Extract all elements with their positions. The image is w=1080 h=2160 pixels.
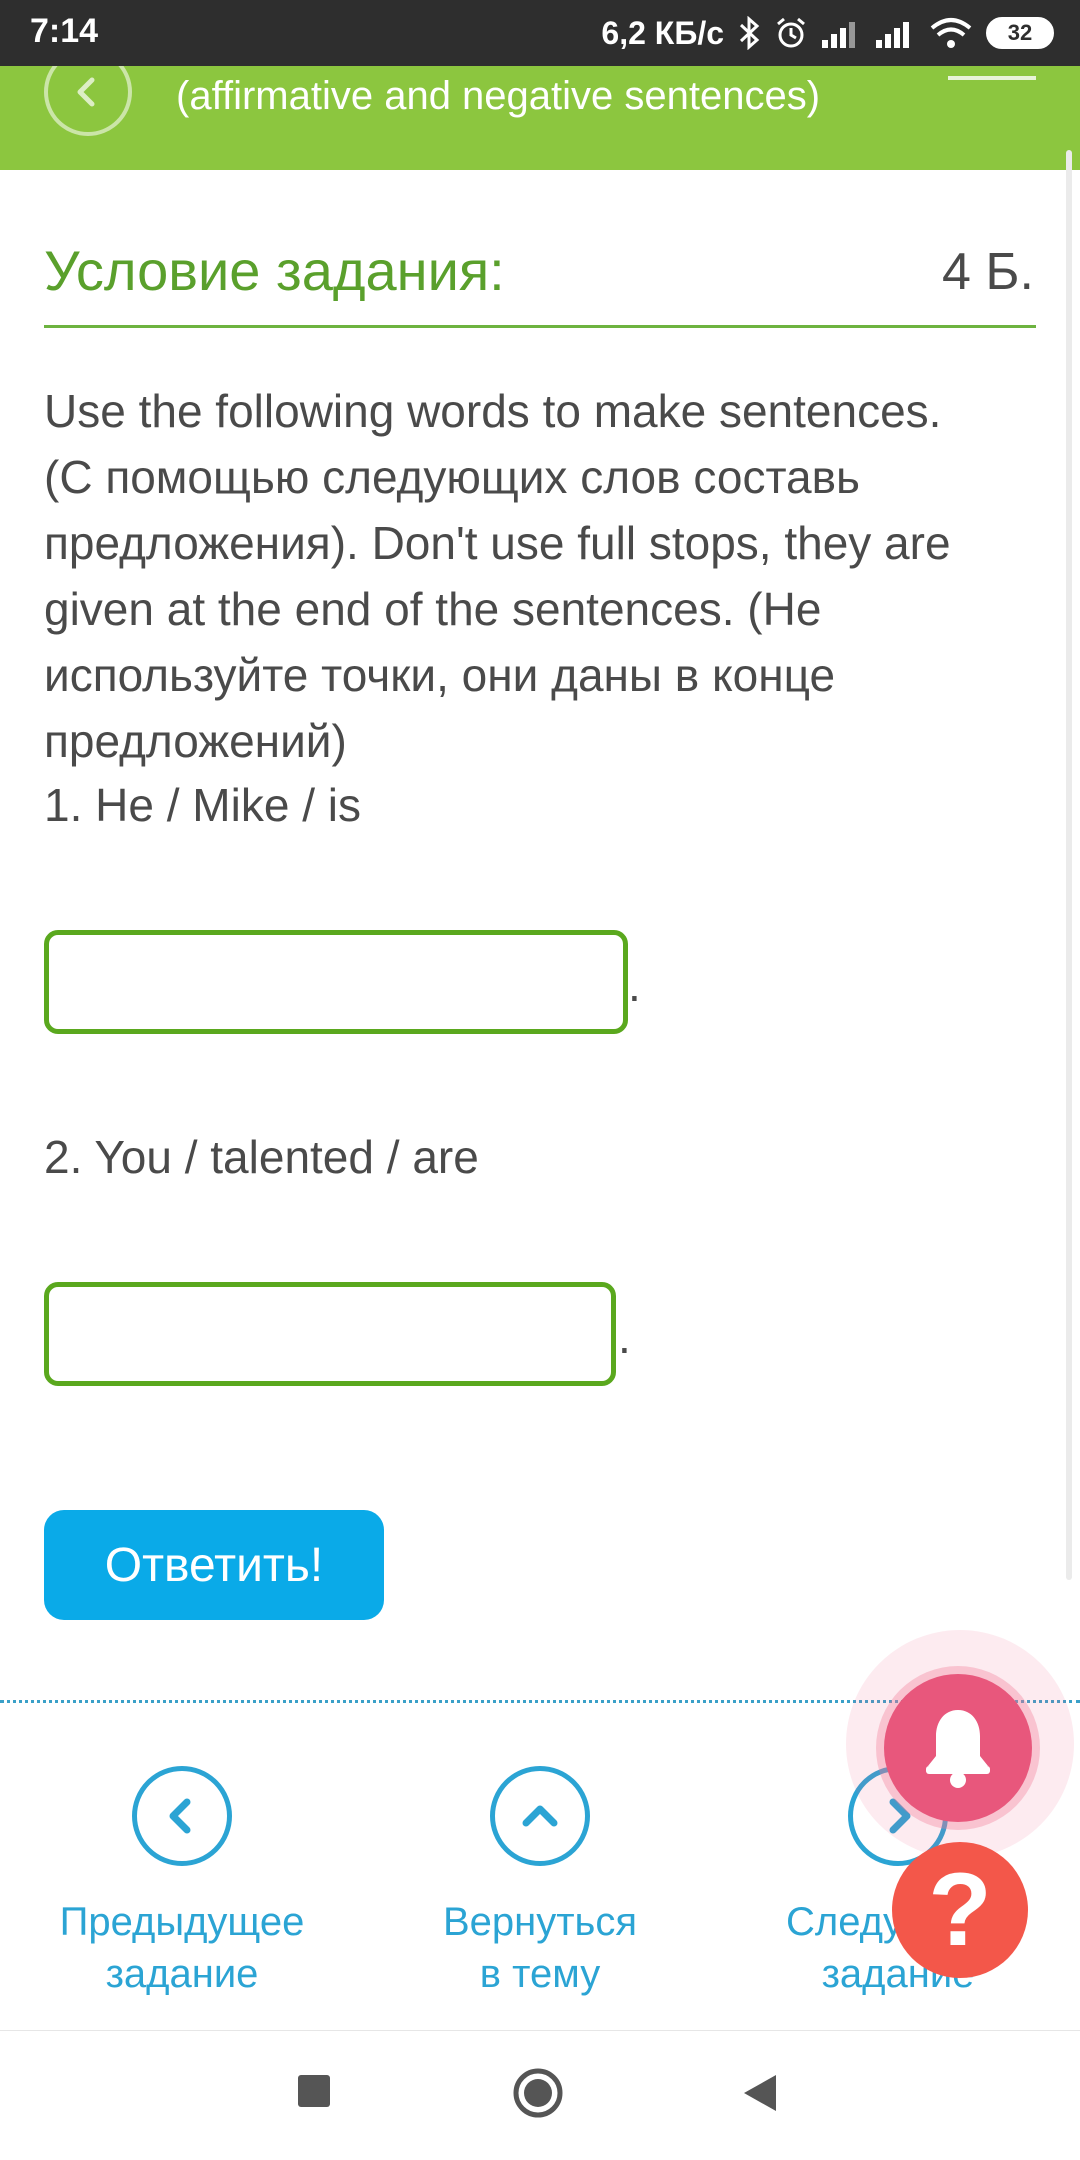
points-badge: 4 Б. <box>942 243 1034 301</box>
submit-button[interactable]: Ответить! <box>44 1510 384 1620</box>
sentence-end-dot: . <box>618 1311 631 1363</box>
wifi-icon <box>930 17 972 49</box>
question-2-label: 2. You / talented / are <box>44 1131 479 1183</box>
back-to-topic-button[interactable]: Вернуться в тему <box>390 1766 690 2000</box>
nav-label-line: задание <box>105 1952 259 1996</box>
answer-1-input[interactable] <box>44 930 628 1034</box>
network-speed: 6,2 КБ/с <box>601 14 724 51</box>
up-circle <box>490 1766 590 1866</box>
scrollbar[interactable] <box>1066 150 1072 1580</box>
condition-header: Условие задания: 4 Б. <box>44 236 1036 328</box>
nav-label: Предыдущее задание <box>32 1896 332 2000</box>
chevron-up-icon <box>522 1805 558 1827</box>
menu-icon[interactable] <box>948 66 1036 80</box>
nav-label-line: Предыдущее <box>59 1900 305 1944</box>
system-navigation-bar <box>0 2030 1080 2160</box>
instruction-text: (С помощью следующих слов составь предло… <box>44 451 951 767</box>
task-instructions: Use the following words to make sentence… <box>44 378 1044 774</box>
nav-label: Вернуться в тему <box>390 1896 690 2000</box>
condition-title: Условие задания: <box>44 239 505 302</box>
sentence-end-dot: . <box>628 959 641 1011</box>
recent-apps-icon[interactable] <box>296 2073 332 2109</box>
notifications-button[interactable] <box>884 1674 1032 1822</box>
help-button[interactable]: ? <box>892 1842 1028 1978</box>
status-bar: 7:14 6,2 КБ/с 32 <box>0 0 1080 66</box>
back-button[interactable] <box>44 66 132 136</box>
nav-label-line: Вернуться <box>442 1900 638 1944</box>
instruction-line: Use the following words to make sentence… <box>44 385 942 437</box>
chevron-left-icon <box>77 77 95 107</box>
status-time: 7:14 <box>30 12 99 50</box>
chevron-left-icon <box>169 1798 191 1834</box>
signal-icon <box>876 18 916 48</box>
nav-label-line: в тему <box>479 1952 601 1996</box>
page-title: (affirmative and negative sentences) <box>176 74 821 118</box>
bell-icon <box>926 1710 990 1788</box>
bluetooth-icon <box>738 16 760 50</box>
prev-task-button[interactable]: Предыдущее задание <box>32 1766 332 2000</box>
signal-icon <box>822 18 862 48</box>
prev-circle <box>132 1766 232 1866</box>
top-app-bar: (affirmative and negative sentences) <box>0 66 1080 170</box>
status-icons: 6,2 КБ/с 32 <box>601 10 1054 56</box>
home-icon[interactable] <box>512 2067 564 2119</box>
back-triangle-icon[interactable] <box>742 2073 778 2113</box>
question-1-label: 1. He / Mike / is <box>44 779 361 831</box>
alarm-icon <box>774 16 808 50</box>
answer-2-input[interactable] <box>44 1282 616 1386</box>
battery-indicator: 32 <box>986 17 1054 49</box>
